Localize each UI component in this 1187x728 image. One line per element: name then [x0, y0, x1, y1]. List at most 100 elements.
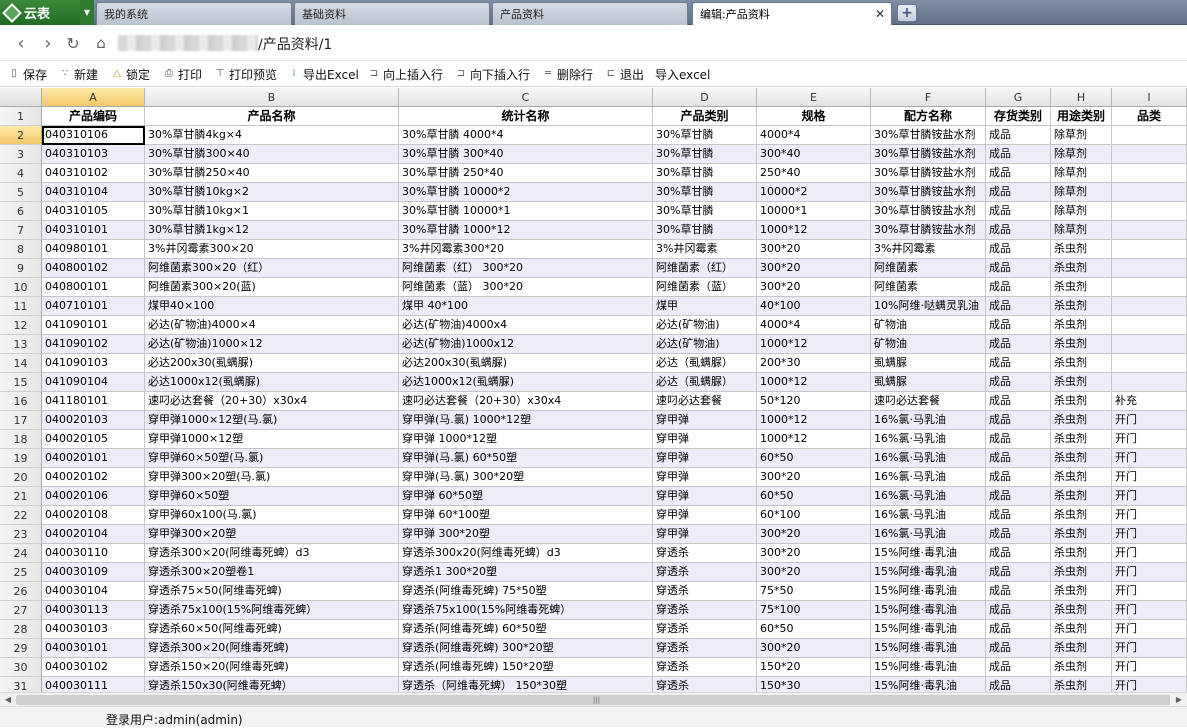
table-cell-d[interactable]: 穿甲弹 [653, 468, 757, 487]
table-cell-g[interactable]: 成品 [986, 145, 1051, 164]
table-cell-d[interactable]: 穿甲弹 [653, 430, 757, 449]
lock-button[interactable]: △ 锁定 [111, 66, 150, 82]
table-cell-e[interactable]: 300*20 [757, 259, 871, 278]
table-cell-a[interactable]: 040020103 [42, 411, 145, 430]
app-brand[interactable]: 云表 [0, 0, 80, 25]
table-cell-d[interactable]: 穿透杀 [653, 658, 757, 677]
table-cell-c[interactable]: 穿透杀1 300*20塑 [399, 563, 653, 582]
table-cell-d[interactable]: 速叼必达套餐 [653, 392, 757, 411]
row-header[interactable]: 26 [0, 582, 42, 601]
table-cell-f[interactable]: 16%氯·马乳油 [871, 525, 986, 544]
table-cell-f[interactable]: 30%草甘膦铵盐水剂 [871, 202, 986, 221]
table-cell-e[interactable]: 1000*12 [757, 411, 871, 430]
table-cell-f[interactable]: 30%草甘膦铵盐水剂 [871, 183, 986, 202]
table-cell-g[interactable]: 成品 [986, 563, 1051, 582]
row-header[interactable]: 19 [0, 449, 42, 468]
table-cell-f[interactable]: 16%氯·马乳油 [871, 449, 986, 468]
table-cell-d[interactable]: 阿维菌素（红） [653, 259, 757, 278]
table-cell-a[interactable]: 040800101 [42, 278, 145, 297]
table-cell-g[interactable]: 成品 [986, 335, 1051, 354]
table-cell-h[interactable]: 除草剂 [1051, 126, 1112, 145]
table-cell-h[interactable]: 除草剂 [1051, 221, 1112, 240]
table-cell-a[interactable]: 041090101 [42, 316, 145, 335]
table-cell-c[interactable]: 穿甲弹 300*20塑 [399, 525, 653, 544]
column-header-a[interactable]: A [42, 88, 145, 107]
table-cell-h[interactable]: 杀虫剂 [1051, 658, 1112, 677]
table-cell-a[interactable]: 040030103 [42, 620, 145, 639]
table-cell-d[interactable]: 穿甲弹 [653, 487, 757, 506]
tab-basic-data[interactable]: 基础资料 [294, 2, 490, 25]
table-cell-i[interactable]: 开门 [1112, 620, 1187, 639]
new-tab-plus-icon[interactable]: + [897, 4, 917, 22]
table-cell-h[interactable]: 杀虫剂 [1051, 373, 1112, 392]
table-cell-e[interactable]: 300*20 [757, 639, 871, 658]
row-header[interactable]: 20 [0, 468, 42, 487]
table-cell-c[interactable]: 穿甲弹 60*50塑 [399, 487, 653, 506]
table-cell-d[interactable]: 30%草甘膦 [653, 126, 757, 145]
export-excel-button[interactable]: ⁞ 导出Excel [288, 66, 358, 82]
table-cell-f[interactable]: 16%氯·马乳油 [871, 430, 986, 449]
table-cell-d[interactable]: 3%井冈霉素 [653, 240, 757, 259]
table-cell-f[interactable]: 10%阿维·哒螨灵乳油 [871, 297, 986, 316]
table-cell-c[interactable]: 必达(矿物油)4000x4 [399, 316, 653, 335]
table-cell-b[interactable]: 穿透杀300×20塑卷1 [145, 563, 399, 582]
table-cell-a[interactable]: 040020105 [42, 430, 145, 449]
table-cell-i[interactable]: 开门 [1112, 487, 1187, 506]
import-excel-button[interactable]: 导入excel [655, 66, 710, 82]
column-header-i[interactable]: I [1112, 88, 1187, 107]
row-header[interactable]: 10 [0, 278, 42, 297]
table-cell-e[interactable]: 60*50 [757, 620, 871, 639]
table-cell-i[interactable] [1112, 240, 1187, 259]
table-cell-i[interactable]: 开门 [1112, 506, 1187, 525]
horizontal-scrollbar[interactable]: ◀ ||| ▶ [0, 692, 1187, 706]
table-cell-i[interactable] [1112, 373, 1187, 392]
table-cell-f[interactable]: 虱螨脲 [871, 373, 986, 392]
table-cell-c[interactable]: 必达1000x12(虱螨脲) [399, 373, 653, 392]
table-cell-a[interactable]: 040310106 [42, 126, 145, 145]
table-cell-b[interactable]: 穿透杀75×50(阿维毒死蜱) [145, 582, 399, 601]
row-header[interactable]: 13 [0, 335, 42, 354]
table-cell-g[interactable]: 成品 [986, 430, 1051, 449]
table-cell-h[interactable]: 杀虫剂 [1051, 582, 1112, 601]
print-preview-button[interactable]: ⊤ 打印预览 [214, 66, 277, 82]
table-cell-d[interactable]: 30%草甘膦 [653, 202, 757, 221]
table-cell-a[interactable]: 040030104 [42, 582, 145, 601]
table-cell-a[interactable]: 040800102 [42, 259, 145, 278]
table-cell-b[interactable]: 穿甲弹60×50塑 [145, 487, 399, 506]
table-cell-h[interactable]: 杀虫剂 [1051, 354, 1112, 373]
scroll-right-arrow-icon[interactable]: ▶ [1173, 694, 1185, 706]
table-cell-h[interactable]: 杀虫剂 [1051, 297, 1112, 316]
table-cell-e[interactable]: 75*50 [757, 582, 871, 601]
table-cell-f[interactable]: 16%氯·马乳油 [871, 506, 986, 525]
table-cell-f[interactable]: 速叼必达套餐 [871, 392, 986, 411]
table-cell-h[interactable]: 杀虫剂 [1051, 639, 1112, 658]
table-cell-d[interactable]: 穿甲弹 [653, 411, 757, 430]
header-cell-d[interactable]: 产品类别 [653, 107, 757, 126]
table-cell-h[interactable]: 除草剂 [1051, 145, 1112, 164]
table-cell-i[interactable] [1112, 316, 1187, 335]
table-cell-b[interactable]: 阿维菌素300×20(蓝) [145, 278, 399, 297]
table-cell-g[interactable]: 成品 [986, 658, 1051, 677]
table-cell-i[interactable]: 开门 [1112, 639, 1187, 658]
table-cell-f[interactable]: 15%阿维·毒乳油 [871, 563, 986, 582]
header-cell-g[interactable]: 存货类别 [986, 107, 1051, 126]
table-cell-c[interactable]: 30%草甘膦 250*40 [399, 164, 653, 183]
header-cell-a[interactable]: 产品编码 [42, 107, 145, 126]
row-header[interactable]: 6 [0, 202, 42, 221]
table-cell-h[interactable]: 杀虫剂 [1051, 487, 1112, 506]
table-cell-b[interactable]: 3%井冈霉素300×20 [145, 240, 399, 259]
table-cell-e[interactable]: 300*20 [757, 563, 871, 582]
table-cell-g[interactable]: 成品 [986, 677, 1051, 692]
table-cell-c[interactable]: 穿甲弹 60*100塑 [399, 506, 653, 525]
table-cell-h[interactable]: 杀虫剂 [1051, 392, 1112, 411]
table-cell-a[interactable]: 040030111 [42, 677, 145, 692]
table-cell-b[interactable]: 30%草甘膦1kg×12 [145, 221, 399, 240]
table-cell-h[interactable]: 杀虫剂 [1051, 278, 1112, 297]
select-all-corner[interactable] [0, 88, 42, 107]
table-cell-h[interactable]: 杀虫剂 [1051, 240, 1112, 259]
table-cell-b[interactable]: 速叼必达套餐（20+30）x30x4 [145, 392, 399, 411]
row-header[interactable]: 3 [0, 145, 42, 164]
table-cell-i[interactable]: 开门 [1112, 658, 1187, 677]
table-cell-d[interactable]: 必达(矿物油) [653, 335, 757, 354]
table-cell-e[interactable]: 4000*4 [757, 126, 871, 145]
